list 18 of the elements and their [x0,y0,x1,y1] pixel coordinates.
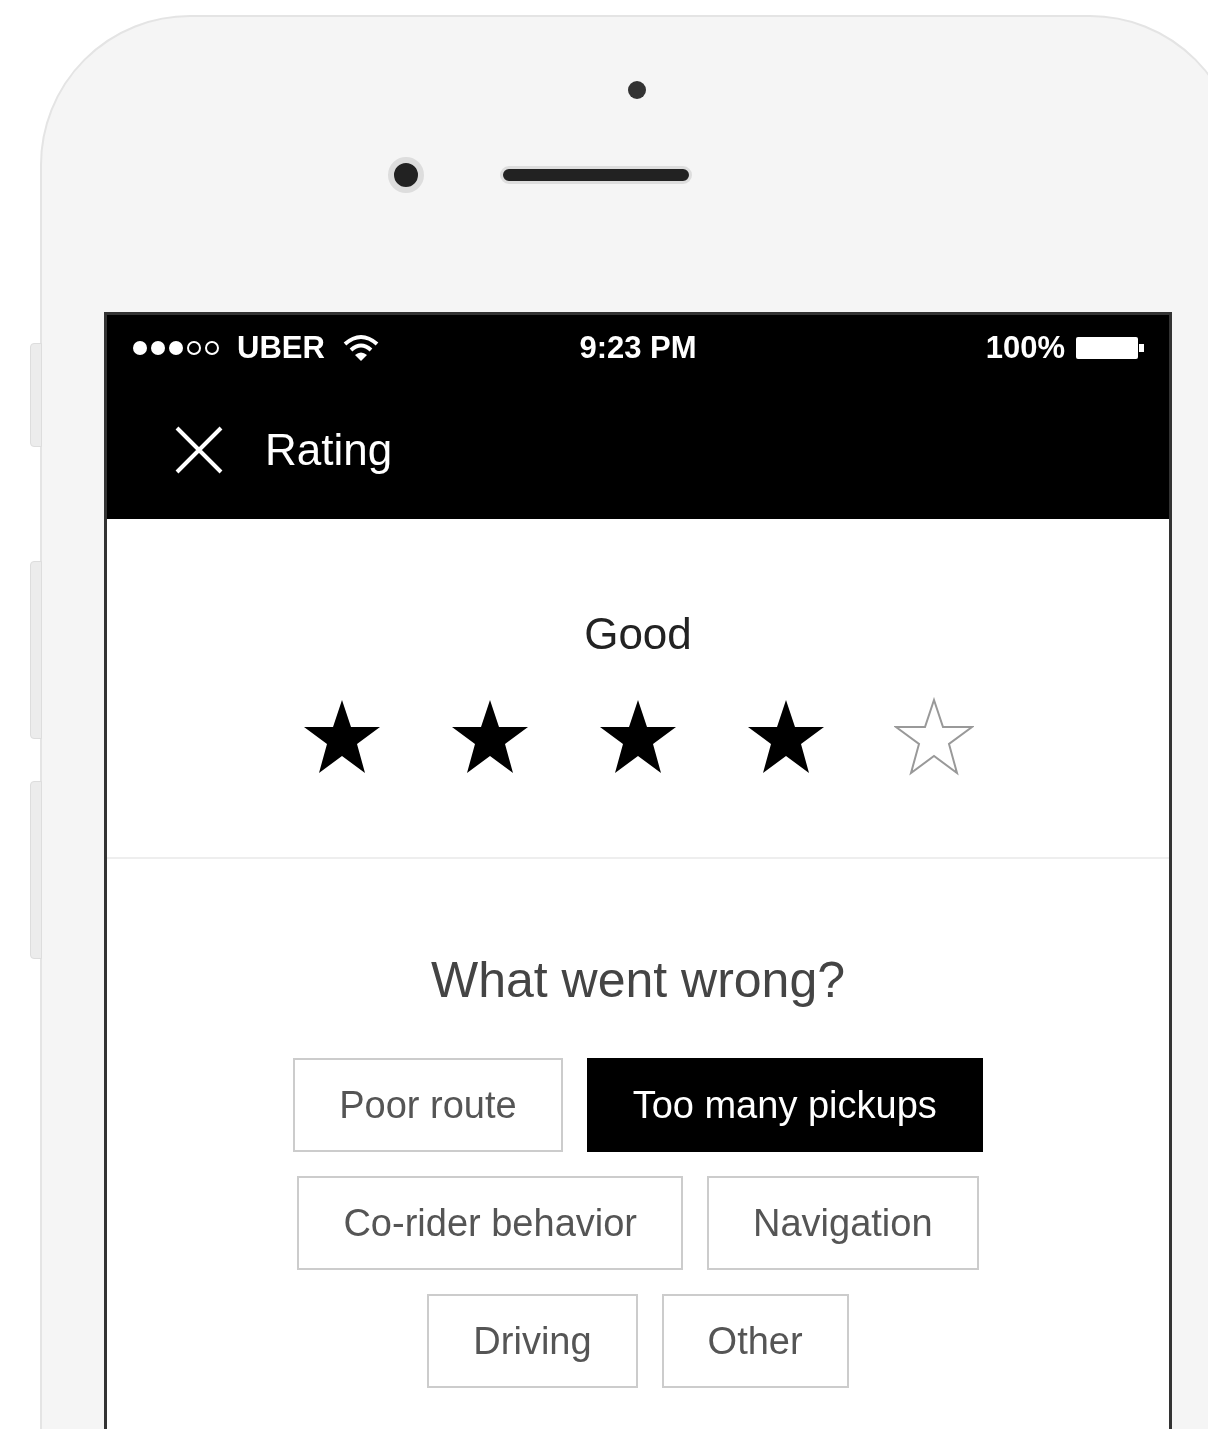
screen-title: Rating [265,424,393,476]
option-chip[interactable]: Other [661,1294,849,1388]
option-chip[interactable]: Poor route [293,1058,563,1152]
option-chip[interactable]: Co-rider behavior [297,1176,683,1270]
empty-star-icon[interactable] [894,697,974,777]
option-chip[interactable]: Too many pickups [586,1058,983,1152]
option-chip[interactable]: Driving [427,1294,638,1388]
question-text: What went wrong? [430,951,846,1010]
status-time: 9:23 PM [579,328,697,367]
battery-percent: 100% [985,328,1065,367]
close-icon [174,425,224,475]
camera-icon [388,157,424,193]
close-button[interactable] [173,424,225,476]
battery-icon [1075,335,1145,361]
rating-label: Good [584,608,692,660]
carrier-name: UBER [237,328,325,367]
option-chip[interactable]: Navigation [707,1176,979,1270]
wifi-icon [342,334,379,362]
